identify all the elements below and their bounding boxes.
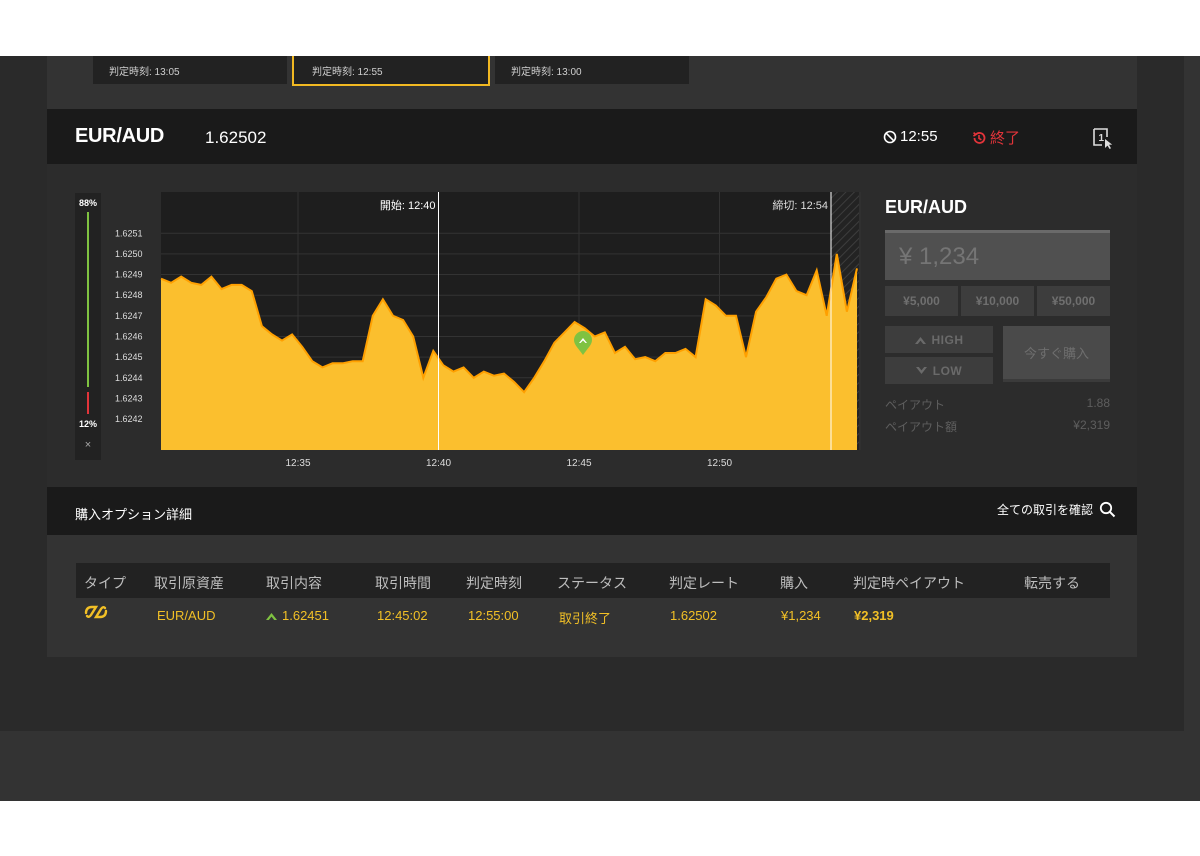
trade-asset-name: EUR/AUD [885, 197, 968, 217]
high-button[interactable]: HIGH [885, 326, 993, 353]
y-tick-label: 1.6245 [115, 352, 143, 362]
trading-panel: 判定時刻: 13:05 判定時刻: 12:55 判定時刻: 13:00 EUR/… [47, 56, 1137, 657]
chart-window-icon: 1 [1093, 128, 1113, 149]
expiry-card[interactable]: 判定時刻: 13:00 [495, 56, 689, 84]
expiry-card[interactable]: 判定時刻: 13:05 [93, 56, 287, 84]
view-all-trades-link[interactable]: 全ての取引を確認 [997, 501, 1116, 518]
expiry-card-selected[interactable]: 判定時刻: 12:55 [292, 56, 490, 86]
row-content: 1.62451 [266, 608, 329, 623]
col-type: タイプ [84, 575, 126, 591]
start-label: 開始: 12:40 [380, 198, 436, 212]
y-tick-label: 1.6249 [115, 270, 143, 280]
row-expiry-rate: 1.62502 [670, 608, 717, 623]
col-trade-time: 取引時間 [375, 575, 431, 591]
col-status: ステータス [557, 575, 627, 591]
expiry-time: 12:55 [883, 128, 938, 145]
high-label: HIGH [931, 332, 964, 347]
row-expiry: 12:55:00 [468, 608, 519, 623]
preset-50000-button[interactable]: ¥50,000 [1037, 286, 1110, 316]
history-icon [972, 131, 986, 144]
payout-label: ペイアウト [885, 398, 946, 412]
single-chart-button[interactable]: 1 [1091, 126, 1115, 150]
high-ratio-bar [87, 212, 89, 387]
low-button[interactable]: LOW [885, 357, 993, 384]
col-asset: 取引原資産 [154, 575, 224, 591]
row-content-rate: 1.62451 [282, 608, 329, 623]
asset-header: EUR/AUD 1.62502 12:55 終了 1 [47, 109, 1137, 164]
high-arrow-icon [914, 336, 926, 344]
trade-status-label: 終了 [990, 130, 1021, 147]
y-tick-label: 1.6248 [115, 290, 143, 300]
price-chart[interactable]: 1.6251 1.6250 1.6249 1.6248 1.6247 1.6246 1.62… [107, 192, 862, 477]
trade-status: 終了 [971, 127, 1020, 148]
search-icon [1099, 501, 1116, 518]
x-tick-label: 12:40 [426, 458, 451, 469]
view-all-label: 全ての取引を確認 [997, 503, 1094, 517]
details-title: 購入オプション詳細 [75, 507, 193, 522]
payout-amount-value: ¥2,319 [1073, 418, 1110, 432]
preset-10000-button[interactable]: ¥10,000 [961, 286, 1034, 316]
high-arrow-icon [266, 612, 277, 620]
asset-name: EUR/AUD [75, 125, 165, 147]
y-tick-label: 1.6243 [115, 393, 143, 403]
col-payout: 判定時ペイアウト [853, 575, 965, 591]
app-frame: 判定時刻: 13:05 判定時刻: 12:55 判定時刻: 13:00 EUR/… [0, 56, 1200, 801]
row-payout: ¥2,319 [854, 608, 894, 623]
y-tick-label: 1.6247 [115, 311, 143, 321]
low-label: LOW [932, 363, 963, 378]
y-tick-label: 1.6242 [115, 414, 143, 424]
col-expiry-rate: 判定レート [669, 575, 739, 591]
expiry-card-label: 判定時刻: 12:55 [312, 67, 383, 78]
chart-window-number: 1 [1099, 133, 1105, 144]
sentiment-meter: 88% 12% × [75, 193, 101, 460]
low-arrow-icon [915, 366, 927, 374]
x-tick-label: 12:35 [285, 458, 310, 469]
col-expiry: 判定時刻 [466, 575, 522, 591]
high-percentage: 88% [78, 198, 97, 208]
row-purchase: ¥1,234 [781, 608, 821, 623]
low-percentage: 12% [78, 419, 97, 429]
buy-now-button[interactable]: 今すぐ購入 [1003, 326, 1110, 382]
details-header: 購入オプション詳細 全ての取引を確認 [47, 487, 1137, 535]
option-type-icon [83, 603, 109, 624]
low-ratio-bar [87, 392, 89, 414]
col-purchase: 購入 [780, 575, 808, 591]
col-resell: 転売する [1024, 575, 1080, 591]
amount-input[interactable] [885, 230, 1110, 280]
preset-5000-button[interactable]: ¥5,000 [885, 286, 958, 316]
y-tick-label: 1.6251 [115, 228, 143, 238]
payout-amount-row: ペイアウト額 ¥2,319 [885, 418, 1110, 435]
x-tick-label: 12:45 [566, 458, 591, 469]
right-scrollbar[interactable] [1184, 56, 1200, 801]
row-asset: EUR/AUD [157, 608, 216, 623]
row-trade-time: 12:45:02 [377, 608, 428, 623]
y-tick-label: 1.6246 [115, 331, 143, 341]
payout-row: ペイアウト 1.88 [885, 396, 1110, 413]
close-meter-button[interactable]: × [75, 439, 101, 451]
table-header: タイプ 取引原資産 取引内容 取引時間 判定時刻 ステータス 判定レート 購入 … [76, 563, 1110, 598]
payout-amount-label: ペイアウト額 [885, 420, 958, 434]
chart-area: 88% 12% × 1.6251 1.6250 1.6249 1.6248 1.6247… [47, 164, 1137, 487]
footer-strip [0, 731, 1200, 801]
row-status: 取引終了 [559, 611, 612, 626]
expiry-time-value: 12:55 [900, 128, 938, 145]
y-tick-label: 1.6250 [115, 249, 143, 259]
no-entry-icon [883, 130, 897, 143]
close-label: 締切: 12:54 [772, 198, 828, 212]
col-content: 取引内容 [266, 575, 322, 591]
y-tick-label: 1.6244 [115, 373, 143, 383]
x-tick-label: 12:50 [707, 458, 732, 469]
expiry-card-label: 判定時刻: 13:05 [109, 67, 180, 78]
payout-value: 1.88 [1086, 396, 1110, 410]
expiry-card-label: 判定時刻: 13:00 [511, 67, 582, 78]
current-rate: 1.62502 [205, 128, 267, 147]
